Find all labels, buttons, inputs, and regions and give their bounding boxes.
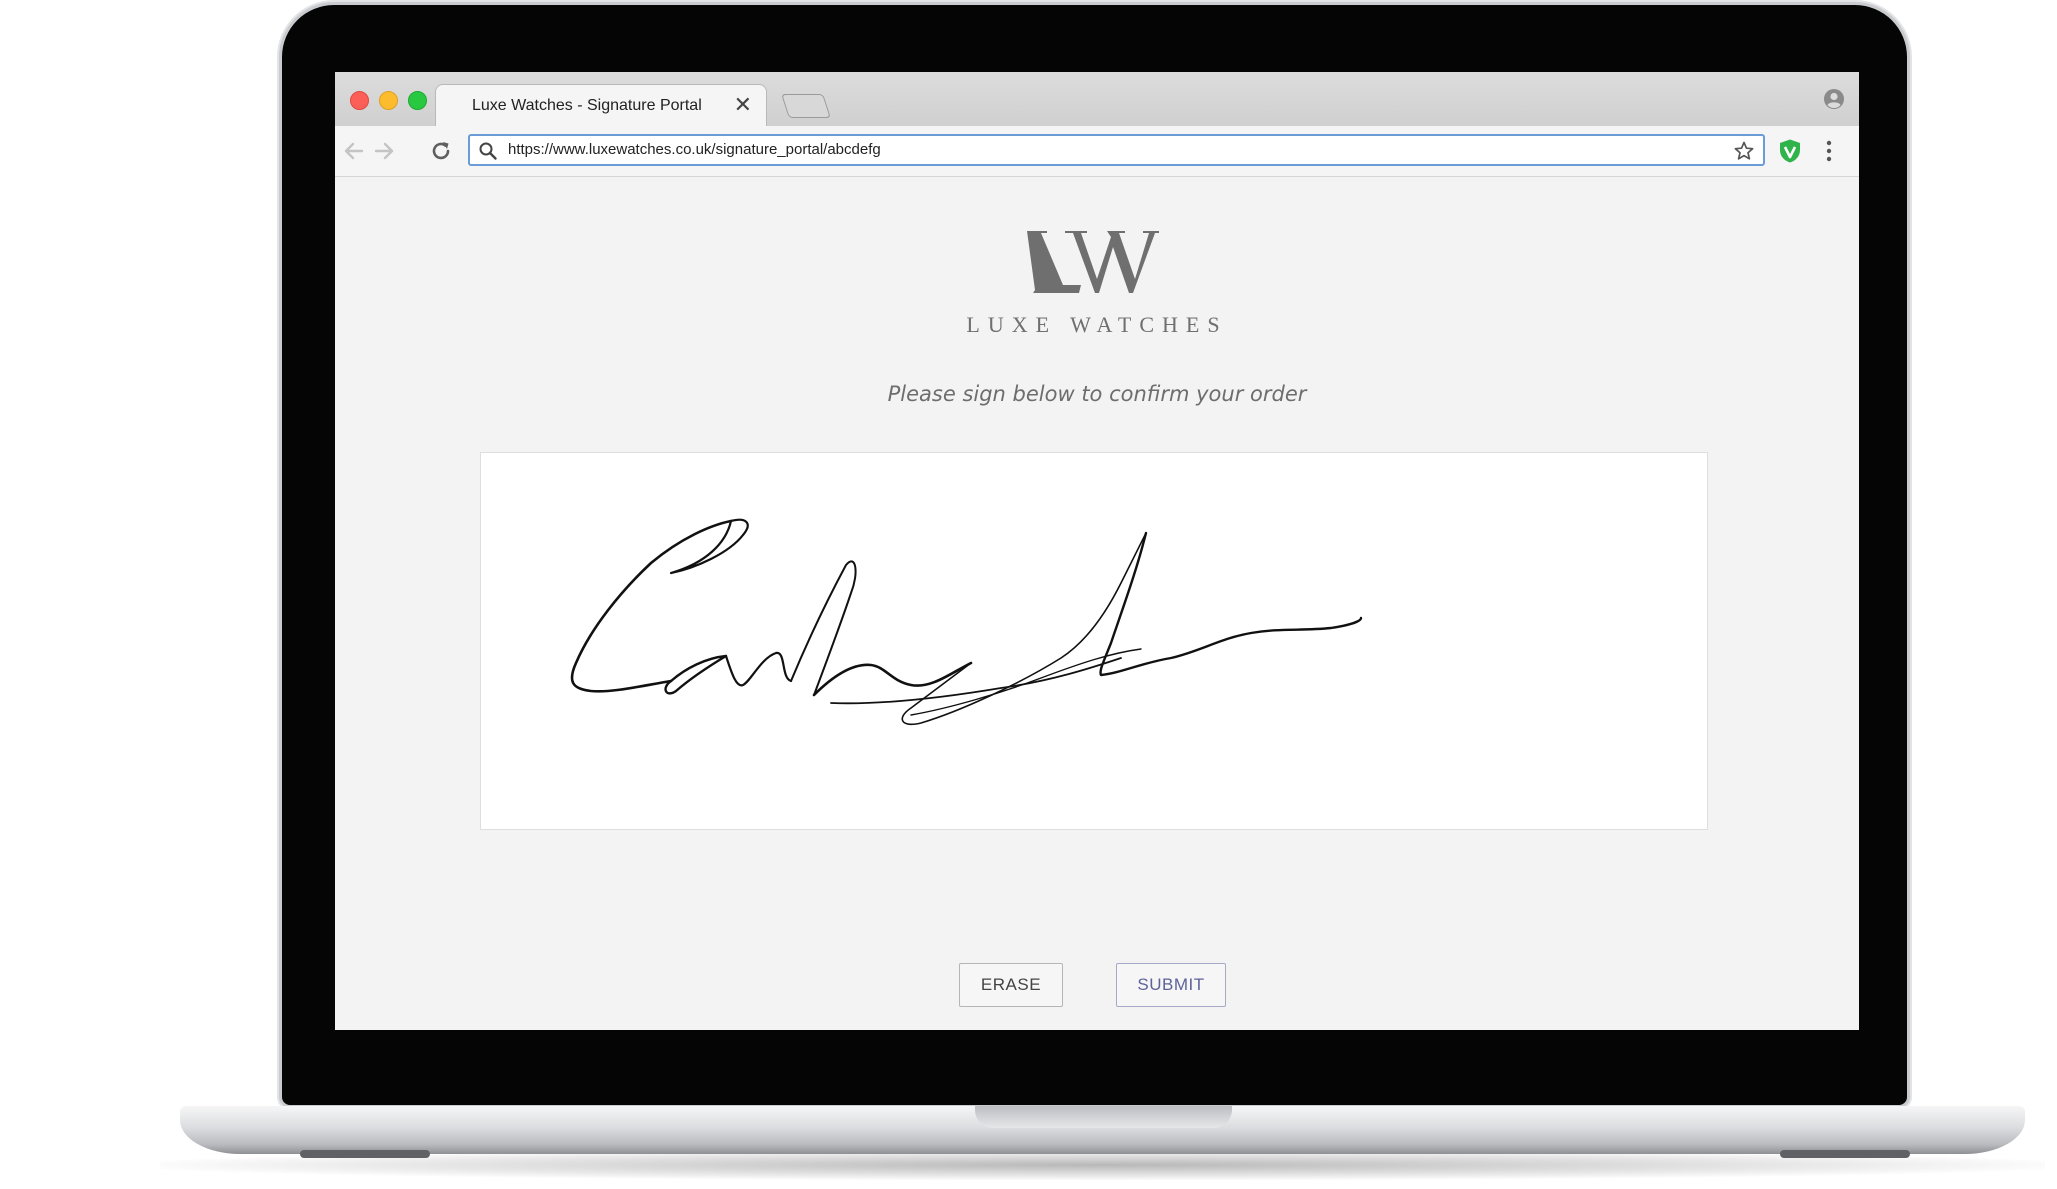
erase-button[interactable]: ERASE <box>959 963 1063 1007</box>
star-icon[interactable] <box>1733 140 1755 162</box>
window-minimize-button[interactable] <box>379 91 398 110</box>
search-icon <box>479 142 497 160</box>
handwritten-signature <box>570 518 1363 726</box>
back-arrow-icon[interactable] <box>341 138 367 164</box>
tab-title: Luxe Watches - Signature Portal <box>472 97 702 114</box>
more-vertical-icon[interactable] <box>1825 139 1833 163</box>
browser-window: Luxe Watches - Signature Portal ✕ https:… <box>335 72 1859 1030</box>
brand-name: LUXE WATCHES <box>966 312 1228 337</box>
account-circle-icon[interactable] <box>1823 88 1845 110</box>
address-bar-url: https://www.luxewatches.co.uk/signature_… <box>508 141 881 158</box>
browser-toolbar: https://www.luxewatches.co.uk/signature_… <box>335 126 1859 177</box>
close-icon[interactable]: ✕ <box>734 91 752 119</box>
window-zoom-button[interactable] <box>408 91 427 110</box>
shield-icon[interactable] <box>1778 138 1802 164</box>
signature-portal-page: LW LUXE WATCHES Please sign below to con… <box>335 177 1859 1030</box>
forward-arrow-icon[interactable] <box>371 138 397 164</box>
laptop-opening-notch <box>975 1106 1232 1128</box>
window-close-button[interactable] <box>350 91 369 110</box>
laptop-mockup: Luxe Watches - Signature Portal ✕ https:… <box>0 0 2057 1189</box>
new-tab-icon[interactable] <box>781 94 831 118</box>
submit-button[interactable]: SUBMIT <box>1116 963 1226 1007</box>
brand-logo: LW <box>1027 231 1159 293</box>
signature-instruction: Please sign below to confirm your order <box>887 382 1307 406</box>
address-bar[interactable]: https://www.luxewatches.co.uk/signature_… <box>468 134 1765 166</box>
tab-strip: Luxe Watches - Signature Portal ✕ <box>335 72 1859 127</box>
laptop-foot-right <box>1780 1150 1910 1158</box>
tab-signature-portal[interactable]: Luxe Watches - Signature Portal ✕ <box>435 84 767 127</box>
reload-icon[interactable] <box>428 138 454 164</box>
laptop-shadow <box>160 1150 2045 1180</box>
laptop-foot-left <box>300 1150 430 1158</box>
signature-pad[interactable] <box>480 452 1708 830</box>
